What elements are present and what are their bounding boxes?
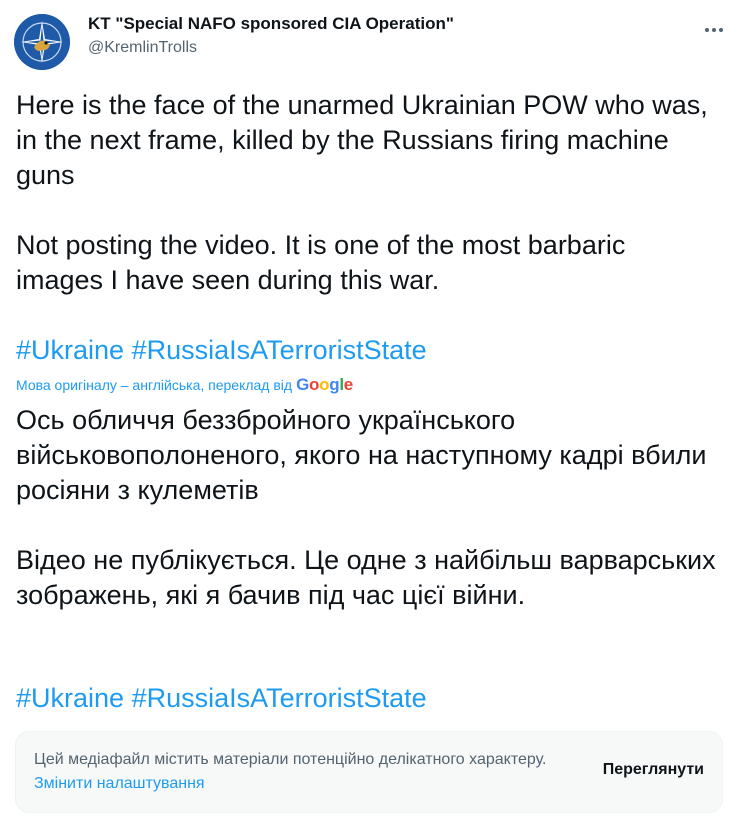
google-logo: Google [296,375,353,394]
sensitive-media-message: Цей медіафайл містить матеріали потенцій… [34,748,554,796]
translated-hashtag-ukraine[interactable]: #Ukraine [16,683,124,713]
author-handle[interactable]: @KremlinTrolls [88,39,197,57]
view-media-button[interactable]: Переглянути [603,761,704,779]
translated-text-paragraph-2: Відео не публікується. Це одне з найбіль… [16,545,716,610]
tweet-text-paragraph-1: Here is the face of the unarmed Ukrainia… [16,90,708,190]
hashtag-ukraine[interactable]: #Ukraine [16,335,124,365]
tweet-text-paragraph-2: Not posting the video. It is one of the … [16,230,626,295]
more-options-button[interactable] [697,13,731,47]
translated-text-paragraph-1: Ось обличчя беззбройного українського ві… [16,405,707,505]
sensitive-media-text: Цей медіафайл містить матеріали потенцій… [34,751,547,768]
change-settings-link[interactable]: Змінити налаштування [34,775,205,792]
translation-note[interactable]: Мова оригіналу – англійська, переклад ві… [16,375,353,395]
more-dots-icon [705,28,723,32]
translated-hashtag-russia-terrorist-state[interactable]: #RussiaIsATerroristState [132,683,427,713]
tweet-hashtags: #Ukraine #RussiaIsATerroristState [16,333,427,368]
hashtag-russia-terrorist-state[interactable]: #RussiaIsATerroristState [132,335,427,365]
nafo-emblem-icon [14,14,70,70]
translated-hashtags: #Ukraine #RussiaIsATerroristState [16,681,427,716]
author-display-name[interactable]: KT "Special NAFO sponsored CIA Operation… [88,14,454,34]
translation-note-text: Мова оригіналу – англійська, переклад ві… [16,377,293,393]
sensitive-media-warning: Цей медіафайл містить матеріали потенцій… [15,731,723,813]
avatar[interactable] [14,14,70,70]
